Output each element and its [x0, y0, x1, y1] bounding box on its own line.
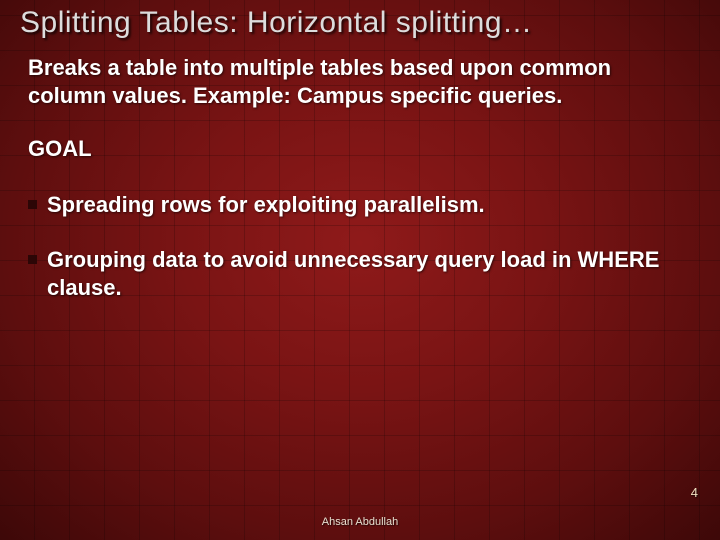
author-footer: Ahsan Abdullah [0, 516, 720, 528]
bullet-item: Grouping data to avoid unnecessary query… [28, 246, 692, 301]
slide-body: Breaks a table into multiple tables base… [28, 54, 692, 329]
goal-heading: GOAL [28, 135, 692, 163]
bullet-item: Spreading rows for exploiting parallelis… [28, 191, 692, 219]
intro-paragraph: Breaks a table into multiple tables base… [28, 54, 692, 109]
page-number: 4 [691, 485, 698, 500]
slide-title: Splitting Tables: Horizontal splitting… [20, 6, 700, 40]
bullet-text: Grouping data to avoid unnecessary query… [47, 246, 692, 301]
square-bullet-icon [28, 200, 37, 209]
slide: Splitting Tables: Horizontal splitting… … [0, 0, 720, 540]
bullet-text: Spreading rows for exploiting parallelis… [47, 191, 692, 219]
square-bullet-icon [28, 255, 37, 264]
